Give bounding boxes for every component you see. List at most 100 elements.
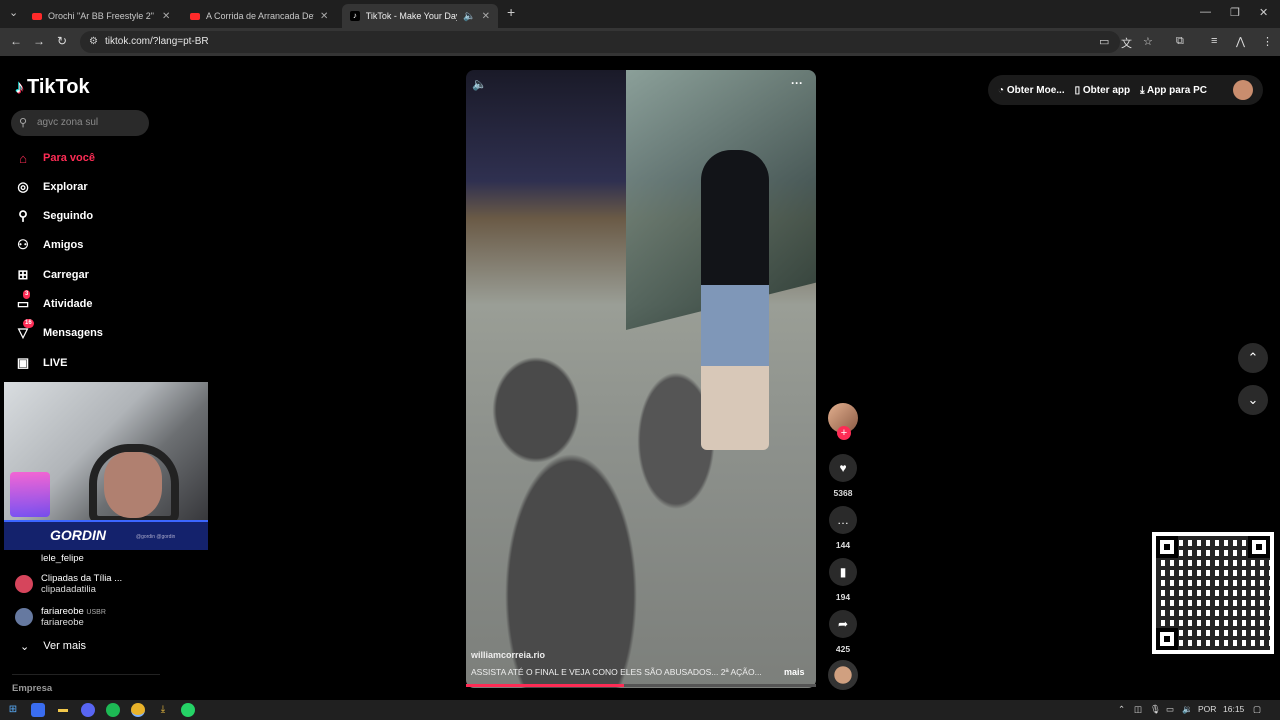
account-name: fariareobe xyxy=(41,606,84,617)
save-button[interactable]: ▮ xyxy=(829,558,857,586)
comment-count: 144 xyxy=(835,540,851,550)
media-icon[interactable]: ≡ xyxy=(1211,35,1217,47)
volume-icon[interactable]: 🔈 xyxy=(472,77,487,91)
rgb-light xyxy=(10,472,50,517)
avatar xyxy=(15,575,33,593)
activity-icon: ▭ 3 xyxy=(15,290,31,312)
network-icon[interactable]: ▭ xyxy=(1166,704,1174,715)
following-account-2[interactable]: Clipadas da Tília ... clipadadatilia xyxy=(15,571,122,597)
tiktok-note-icon: ♪ xyxy=(15,77,24,97)
sidebar-item-live[interactable]: ▣ LIVE xyxy=(15,352,68,374)
translate-icon[interactable]: 文 xyxy=(1121,35,1132,51)
share-count: 425 xyxy=(835,644,851,654)
sidebar-item-carregar[interactable]: ⊞ Carregar xyxy=(15,264,89,286)
tiktok-logo[interactable]: ♪ TikTok xyxy=(15,76,90,99)
volume-tray-icon[interactable]: 🔉 xyxy=(1182,704,1193,715)
avatar xyxy=(15,608,33,626)
sidebar-item-label: Mensagens xyxy=(43,327,103,339)
share-button[interactable]: ➦ xyxy=(829,610,857,638)
sidebar: ♪ TikTok ⚲ agvc zona sul ⌂ Para você ◎ E… xyxy=(0,56,210,700)
restore-icon[interactable]: ❐ xyxy=(1230,6,1240,19)
close-icon[interactable]: ✕ xyxy=(320,11,328,22)
sidebar-item-label: LIVE xyxy=(43,357,68,369)
browser-tab-3[interactable]: ♪ TikTok - Make Your Day 🔈 ✕ xyxy=(342,4,498,28)
account-handle: clipadadatilia xyxy=(41,584,96,595)
menu-icon[interactable]: ⋮ xyxy=(1262,35,1273,48)
more-link[interactable]: mais xyxy=(784,667,805,677)
video-progress-bar[interactable] xyxy=(466,684,816,687)
chrome-icon[interactable] xyxy=(131,703,145,717)
ver-mais-label: Ver mais xyxy=(43,640,87,652)
previous-video-button[interactable]: ⌃ xyxy=(1238,343,1268,373)
extensions-icon[interactable]: ⧉ xyxy=(1176,35,1184,48)
language-indicator[interactable]: POR xyxy=(1198,704,1216,714)
get-coins-button[interactable]: ◔ Obter Moe... xyxy=(998,85,1065,96)
clock[interactable]: 16:15 xyxy=(1223,704,1244,714)
like-count: 5368 xyxy=(833,488,853,498)
speaker-icon[interactable]: 🔈 xyxy=(463,11,475,22)
compass-icon: ◎ xyxy=(17,179,29,194)
video-player[interactable] xyxy=(466,70,816,688)
tray-app-icon[interactable]: ◫ xyxy=(1134,704,1142,715)
next-video-button[interactable]: ⌄ xyxy=(1238,385,1268,415)
profile-icon[interactable]: ⋀ xyxy=(1236,35,1245,48)
tab-search-icon[interactable]: ⌄ xyxy=(9,6,18,19)
sidebar-item-mensagens[interactable]: ▽ 16 Mensagens xyxy=(15,319,103,344)
messages-badge: 16 xyxy=(23,319,34,328)
music-disc[interactable] xyxy=(828,660,858,690)
more-options-icon[interactable]: ··· xyxy=(791,76,803,90)
sidebar-item-label: Amigos xyxy=(43,239,84,251)
close-icon[interactable]: ✕ xyxy=(162,11,170,22)
comment-button[interactable]: … xyxy=(829,506,857,534)
video-username[interactable]: williamcorreia.rio xyxy=(471,650,545,660)
spotify-icon[interactable] xyxy=(106,703,120,717)
file-explorer-icon[interactable]: ▬ xyxy=(56,703,70,717)
sidebar-item-atividade[interactable]: ▭ 3 Atividade xyxy=(15,290,93,315)
messages-icon: ▽ 16 xyxy=(15,319,34,341)
microphone-icon[interactable]: 🎙 xyxy=(1150,704,1161,715)
qr-finder xyxy=(1156,536,1178,558)
pc-app-button[interactable]: ⤓ App para PC xyxy=(1140,85,1207,96)
whatsapp-icon[interactable] xyxy=(181,703,195,717)
minimize-icon[interactable]: — xyxy=(1200,6,1211,18)
like-button[interactable]: ♥ xyxy=(829,454,857,482)
ver-mais-button[interactable]: ⌄ Ver mais xyxy=(20,640,86,653)
browser-tab-1[interactable]: Orochi "Ar BB Freestyle 2" 😮 - ✕ xyxy=(24,4,180,28)
sidebar-item-explorar[interactable]: ◎ Explorar xyxy=(15,176,87,198)
account-name: lele_felipe xyxy=(41,552,84,564)
sidebar-divider xyxy=(12,674,160,675)
follow-plus-icon[interactable]: + xyxy=(837,426,851,440)
following-account-3[interactable]: fariareobe USBR fariareobe xyxy=(15,604,106,630)
new-tab-icon[interactable]: + xyxy=(507,4,515,20)
discord-icon[interactable] xyxy=(81,703,95,717)
webcam-overlay: GORDIN @gordin @gordin xyxy=(4,382,208,550)
get-app-button[interactable]: ▯ Obter app xyxy=(1075,85,1131,96)
address-bar[interactable]: tiktok.com/?lang=pt-BR xyxy=(80,31,1120,53)
search-input[interactable]: ⚲ agvc zona sul xyxy=(11,110,149,136)
browser-toolbar: ← → ↻ tiktok.com/?lang=pt-BR xyxy=(0,28,1280,56)
back-icon[interactable]: ← xyxy=(10,34,22,48)
streamer-face xyxy=(104,452,162,518)
sidebar-item-amigos[interactable]: ⚇ Amigos xyxy=(15,234,83,256)
empresa-link[interactable]: Empresa xyxy=(12,683,52,694)
close-window-icon[interactable]: ✕ xyxy=(1259,6,1268,19)
forward-icon[interactable]: → xyxy=(33,34,45,48)
close-icon[interactable]: ✕ xyxy=(482,11,490,22)
site-info-icon[interactable]: ⚙ xyxy=(89,36,98,47)
pc-app-label: App para PC xyxy=(1146,84,1207,96)
app-icon[interactable] xyxy=(31,703,45,717)
reload-icon[interactable]: ↻ xyxy=(57,34,67,48)
cast-icon[interactable]: ▭ xyxy=(1099,35,1109,48)
bookmark-star-icon[interactable]: ☆ xyxy=(1143,35,1153,48)
browser-tab-2[interactable]: A Corrida de Arrancada Definiti ✕ xyxy=(182,4,338,28)
friends-icon: ⚇ xyxy=(17,237,29,252)
windows-start-icon[interactable]: ⊞ xyxy=(6,703,20,717)
sidebar-item-para-voce[interactable]: ⌂ Para você xyxy=(15,147,95,169)
notifications-icon[interactable]: ▢ xyxy=(1253,704,1261,715)
download-app-icon[interactable]: ⤓ xyxy=(156,703,170,717)
user-avatar[interactable] xyxy=(1233,80,1253,100)
sidebar-item-seguindo[interactable]: ⚲ Seguindo xyxy=(15,205,93,227)
account-name: Clipadas da Tília ... xyxy=(41,573,123,584)
tray-chevron-icon[interactable]: ⌃ xyxy=(1118,704,1125,715)
chevron-up-icon: ⌃ xyxy=(1247,350,1259,365)
